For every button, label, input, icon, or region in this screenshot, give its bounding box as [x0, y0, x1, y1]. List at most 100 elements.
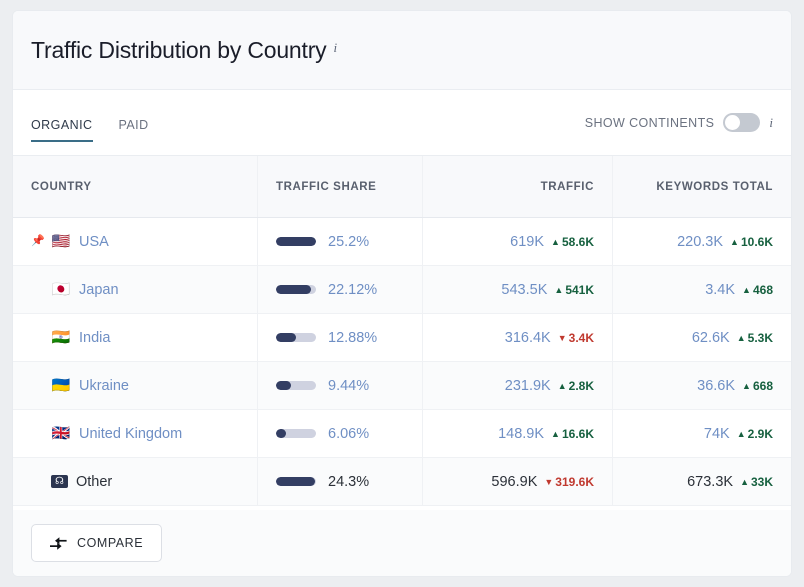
cell-keywords-total: 36.6K ▲ 668 [613, 362, 791, 409]
delta-up: ▲ 33K [740, 474, 773, 489]
table-row[interactable]: 🇮🇳 India 12.88% 316.4K ▼ 3.4K 62.6K ▲ 5.3K [13, 314, 791, 362]
arrow-up-icon: ▲ [742, 284, 751, 295]
keywords-value[interactable]: 62.6K [692, 330, 730, 346]
arrow-down-icon: ▼ [544, 476, 554, 487]
keywords-value[interactable]: 36.6K [697, 378, 735, 394]
delta-up: ▲ 2.9K [736, 426, 773, 441]
page-title: Traffic Distribution by Country i [31, 37, 337, 64]
country-name[interactable]: Other [76, 474, 112, 490]
card-footer: COMPARE [13, 510, 791, 576]
cell-traffic-share: 12.88% [258, 314, 423, 361]
arrow-up-icon: ▲ [551, 236, 560, 247]
column-header-country[interactable]: COUNTRY [13, 156, 258, 217]
table-row[interactable]: 🇺🇦 Ukraine 9.44% 231.9K ▲ 2.8K 36.6K ▲ 668 [13, 362, 791, 410]
traffic-value[interactable]: 231.9K [505, 378, 551, 394]
country-inner: 📌 🇺🇸 USA [31, 234, 109, 250]
show-continents-label: SHOW CONTINENTS [584, 115, 715, 130]
delta-up: ▲ 668 [742, 378, 773, 393]
tab-paid[interactable]: PAID [119, 90, 149, 155]
share-bar-fill [276, 285, 311, 294]
delta-up: ▲ 58.6K [551, 234, 594, 249]
arrow-up-icon: ▲ [551, 428, 560, 439]
table-row[interactable]: 🇬🇧 United Kingdom 6.06% 148.9K ▲ 16.6K 74K ▲ 2.9… [13, 410, 791, 458]
country-name[interactable]: USA [79, 234, 109, 250]
share-bar [276, 381, 316, 390]
column-header-traffic[interactable]: TRAFFIC [423, 156, 613, 217]
traffic-value[interactable]: 596.9K [491, 474, 537, 490]
cell-traffic: 619K ▲ 58.6K [423, 218, 613, 265]
share-bar [276, 237, 316, 246]
keywords-value[interactable]: 220.3K [677, 234, 723, 250]
share-bar-fill [276, 381, 291, 390]
flag-usa: 🇺🇸 [51, 233, 71, 250]
country-name[interactable]: India [79, 330, 110, 346]
toolbar: ORGANIC PAID SHOW CONTINENTS i [13, 90, 791, 156]
cell-keywords-total: 62.6K ▲ 5.3K [613, 314, 791, 361]
share-bar-fill [276, 333, 296, 342]
cell-traffic-share: 25.2% [258, 218, 423, 265]
compare-arrows-icon [50, 536, 67, 550]
compare-button[interactable]: COMPARE [31, 524, 163, 562]
delta-up: ▲ 2.8K [557, 378, 594, 393]
cell-traffic-share: 22.12% [258, 266, 423, 313]
traffic-value[interactable]: 619K [510, 234, 544, 250]
card-header: Traffic Distribution by Country i [13, 11, 791, 90]
country-inner: 🇺🇦 Ukraine [31, 378, 129, 394]
tab-organic[interactable]: ORGANIC [31, 90, 93, 155]
arrow-up-icon: ▲ [736, 332, 746, 343]
traffic-value[interactable]: 316.4K [505, 330, 551, 346]
traffic-value[interactable]: 148.9K [498, 426, 544, 442]
share-value: 25.2% [328, 233, 370, 250]
country-inner: ☊ Other [31, 474, 112, 490]
toolbar-info-icon[interactable]: i [769, 115, 773, 131]
table-row[interactable]: ☊ Other 24.3% 596.9K ▼ 319.6K 673.3K ▲ 33K [13, 458, 791, 506]
arrow-up-icon: ▲ [557, 380, 567, 391]
delta-up: ▲ 5.3K [736, 330, 773, 345]
keywords-value[interactable]: 74K [704, 426, 730, 442]
share-value: 6.06% [328, 425, 370, 442]
country-inner: 🇯🇵 Japan [31, 282, 119, 298]
cell-country: 📌 🇺🇸 USA [13, 218, 258, 265]
cell-keywords-total: 74K ▲ 2.9K [613, 410, 791, 457]
country-name[interactable]: United Kingdom [79, 426, 182, 442]
title-info-icon[interactable]: i [333, 40, 337, 55]
share-bar [276, 477, 316, 486]
share-value: 9.44% [328, 377, 370, 394]
country-name[interactable]: Japan [79, 282, 119, 298]
tab-organic-label: ORGANIC [31, 117, 93, 132]
flag-ukraine: 🇺🇦 [51, 377, 71, 394]
share-bar-fill [276, 477, 315, 486]
table-row[interactable]: 🇯🇵 Japan 22.12% 543.5K ▲ 541K 3.4K ▲ 468 [13, 266, 791, 314]
tab-list: ORGANIC PAID [31, 90, 149, 155]
share-value: 24.3% [328, 473, 370, 490]
table-header-row: COUNTRY TRAFFIC SHARE TRAFFIC KEYWORDS T… [13, 156, 791, 218]
arrow-up-icon: ▲ [554, 284, 564, 295]
cell-traffic-share: 9.44% [258, 362, 423, 409]
cell-country: 🇬🇧 United Kingdom [13, 410, 258, 457]
keywords-value[interactable]: 673.3K [687, 474, 733, 490]
share-bar [276, 333, 316, 342]
share-bar-fill [276, 237, 316, 246]
cell-traffic: 148.9K ▲ 16.6K [423, 410, 613, 457]
cell-keywords-total: 220.3K ▲ 10.6K [613, 218, 791, 265]
table-row[interactable]: 📌 🇺🇸 USA 25.2% 619K ▲ 58.6K 220.3K ▲ 10.6K [13, 218, 791, 266]
pushpin-icon[interactable]: 📌 [31, 236, 45, 247]
keywords-value[interactable]: 3.4K [705, 282, 735, 298]
column-header-traffic-share[interactable]: TRAFFIC SHARE [258, 156, 423, 217]
cell-country: 🇮🇳 India [13, 314, 258, 361]
traffic-value[interactable]: 543.5K [501, 282, 547, 298]
show-continents-toggle[interactable] [723, 113, 761, 132]
compare-button-label: COMPARE [77, 536, 144, 550]
cell-traffic: 316.4K ▼ 3.4K [423, 314, 613, 361]
share-bar [276, 429, 316, 438]
share-value: 12.88% [328, 329, 378, 346]
country-name[interactable]: Ukraine [79, 378, 129, 394]
country-inner: 🇮🇳 India [31, 330, 111, 346]
cell-traffic-share: 24.3% [258, 458, 423, 505]
delta-up: ▲ 16.6K [551, 426, 594, 441]
toggle-knob [725, 115, 741, 130]
column-header-keywords-total[interactable]: KEYWORDS TOTAL [613, 156, 791, 217]
delta-down: ▼ 319.6K [544, 474, 594, 489]
page-title-text: Traffic Distribution by Country [31, 36, 327, 63]
cell-traffic: 596.9K ▼ 319.6K [423, 458, 613, 505]
